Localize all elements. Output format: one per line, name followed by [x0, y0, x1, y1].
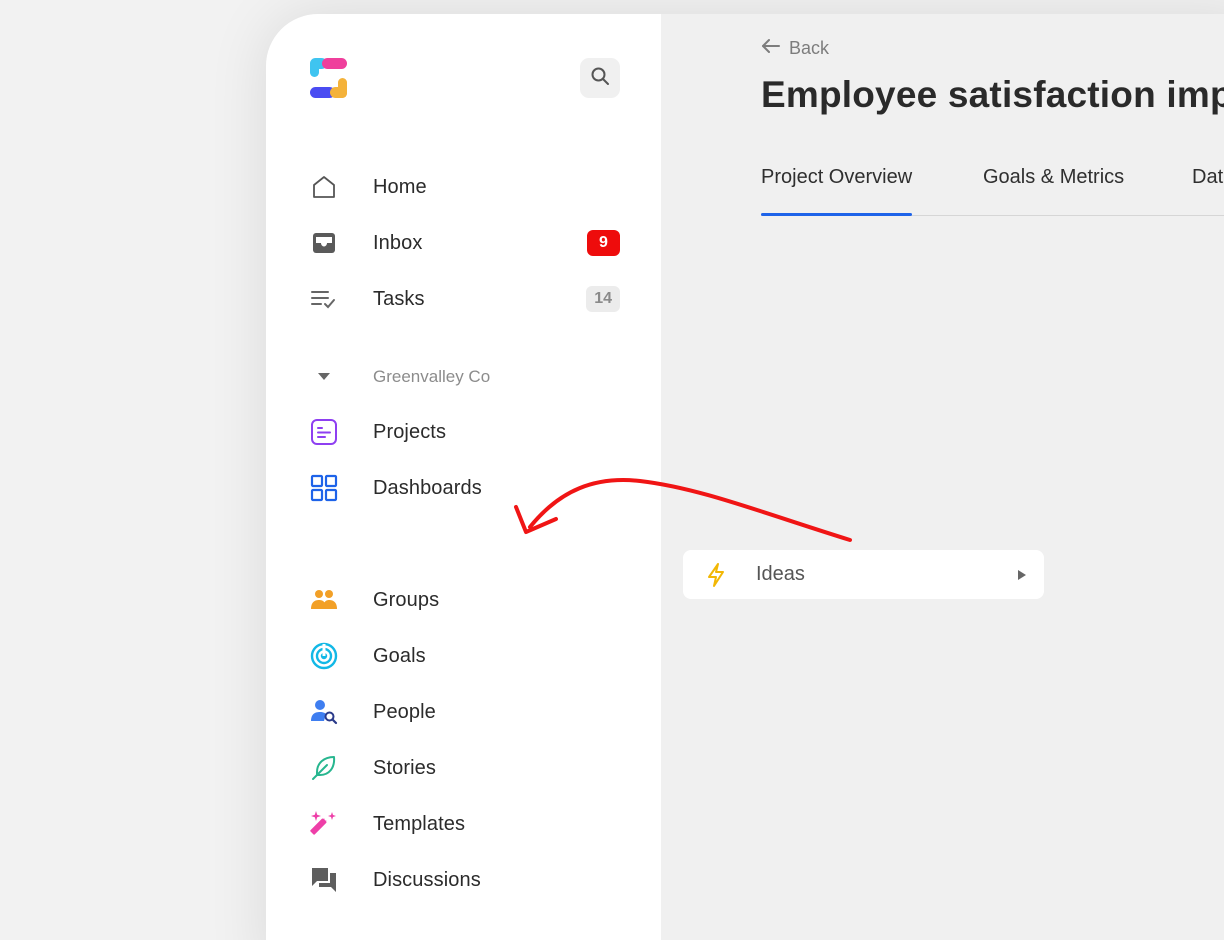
sidebar-item-inbox[interactable]: Inbox 9: [310, 223, 620, 263]
ideas-label: Ideas: [756, 563, 805, 585]
page-title: Employee satisfaction imp: [761, 74, 1224, 115]
sidebar-item-label: People: [373, 700, 436, 723]
app-window: Home Inbox 9 Tasks 14 Greenvalley Co Pro…: [266, 14, 1224, 940]
sidebar: Home Inbox 9 Tasks 14 Greenvalley Co Pro…: [266, 14, 661, 940]
sidebar-item-label: Templates: [373, 812, 466, 835]
tab-label: Dat: [1192, 166, 1224, 188]
sidebar-item-discussions[interactable]: Discussions: [310, 860, 620, 900]
back-link[interactable]: Back: [761, 38, 829, 59]
tasks-icon: [310, 285, 338, 313]
stories-icon: [310, 754, 338, 782]
sidebar-item-stories[interactable]: Stories: [310, 748, 620, 788]
sidebar-item-groups[interactable]: Groups: [310, 580, 620, 620]
tab-data[interactable]: Dat: [1192, 166, 1223, 214]
main-content: Back Employee satisfaction imp Project O…: [661, 14, 1224, 940]
sidebar-item-label: Home: [373, 175, 427, 198]
sidebar-item-label: Projects: [373, 420, 447, 443]
tasks-count-badge: 14: [586, 286, 620, 312]
tab-bar: Project Overview Goals & Metrics Dat: [761, 166, 1224, 216]
sidebar-item-dashboards[interactable]: Dashboards: [310, 468, 620, 508]
sidebar-item-label: Tasks: [373, 287, 425, 310]
inbox-count-badge: 9: [587, 230, 620, 256]
search-button[interactable]: [580, 58, 620, 98]
groups-icon: [310, 586, 338, 614]
sidebar-item-label: Stories: [373, 756, 436, 779]
sidebar-item-projects[interactable]: Projects: [310, 412, 620, 452]
sidebar-item-templates[interactable]: Templates: [310, 804, 620, 844]
workspace-name: Greenvalley Co: [373, 367, 491, 386]
arrow-left-icon: [761, 38, 781, 59]
tab-label: Project Overview: [761, 166, 913, 188]
search-icon: [590, 66, 610, 91]
tab-project-overview[interactable]: Project Overview: [761, 166, 913, 216]
ideas-item[interactable]: Ideas: [683, 550, 1044, 599]
sidebar-item-tasks[interactable]: Tasks 14: [310, 279, 620, 319]
back-label: Back: [789, 38, 830, 58]
people-icon: [310, 698, 338, 726]
sidebar-item-home[interactable]: Home: [310, 167, 620, 207]
sidebar-item-people[interactable]: People: [310, 692, 620, 732]
sidebar-item-label: Dashboards: [373, 476, 482, 499]
sidebar-item-label: Discussions: [373, 868, 481, 891]
goals-icon: [310, 642, 338, 670]
projects-icon: [310, 418, 338, 446]
workspace-toggle[interactable]: Greenvalley Co: [310, 357, 620, 397]
home-icon: [310, 173, 338, 201]
sidebar-item-label: Groups: [373, 588, 440, 611]
sidebar-item-label: Inbox: [373, 231, 423, 254]
sidebar-item-goals[interactable]: Goals: [310, 636, 620, 676]
tab-label: Goals & Metrics: [983, 166, 1125, 188]
app-logo[interactable]: [310, 58, 347, 98]
discussions-icon: [310, 866, 338, 894]
inbox-icon: [310, 229, 338, 257]
sidebar-item-label: Goals: [373, 644, 426, 667]
caret-right-icon: [1017, 568, 1027, 586]
templates-icon: [310, 810, 338, 838]
dashboards-icon: [310, 474, 338, 502]
caret-down-icon: [310, 363, 338, 391]
tab-goals-metrics[interactable]: Goals & Metrics: [983, 166, 1124, 214]
lightning-icon: [705, 562, 727, 593]
